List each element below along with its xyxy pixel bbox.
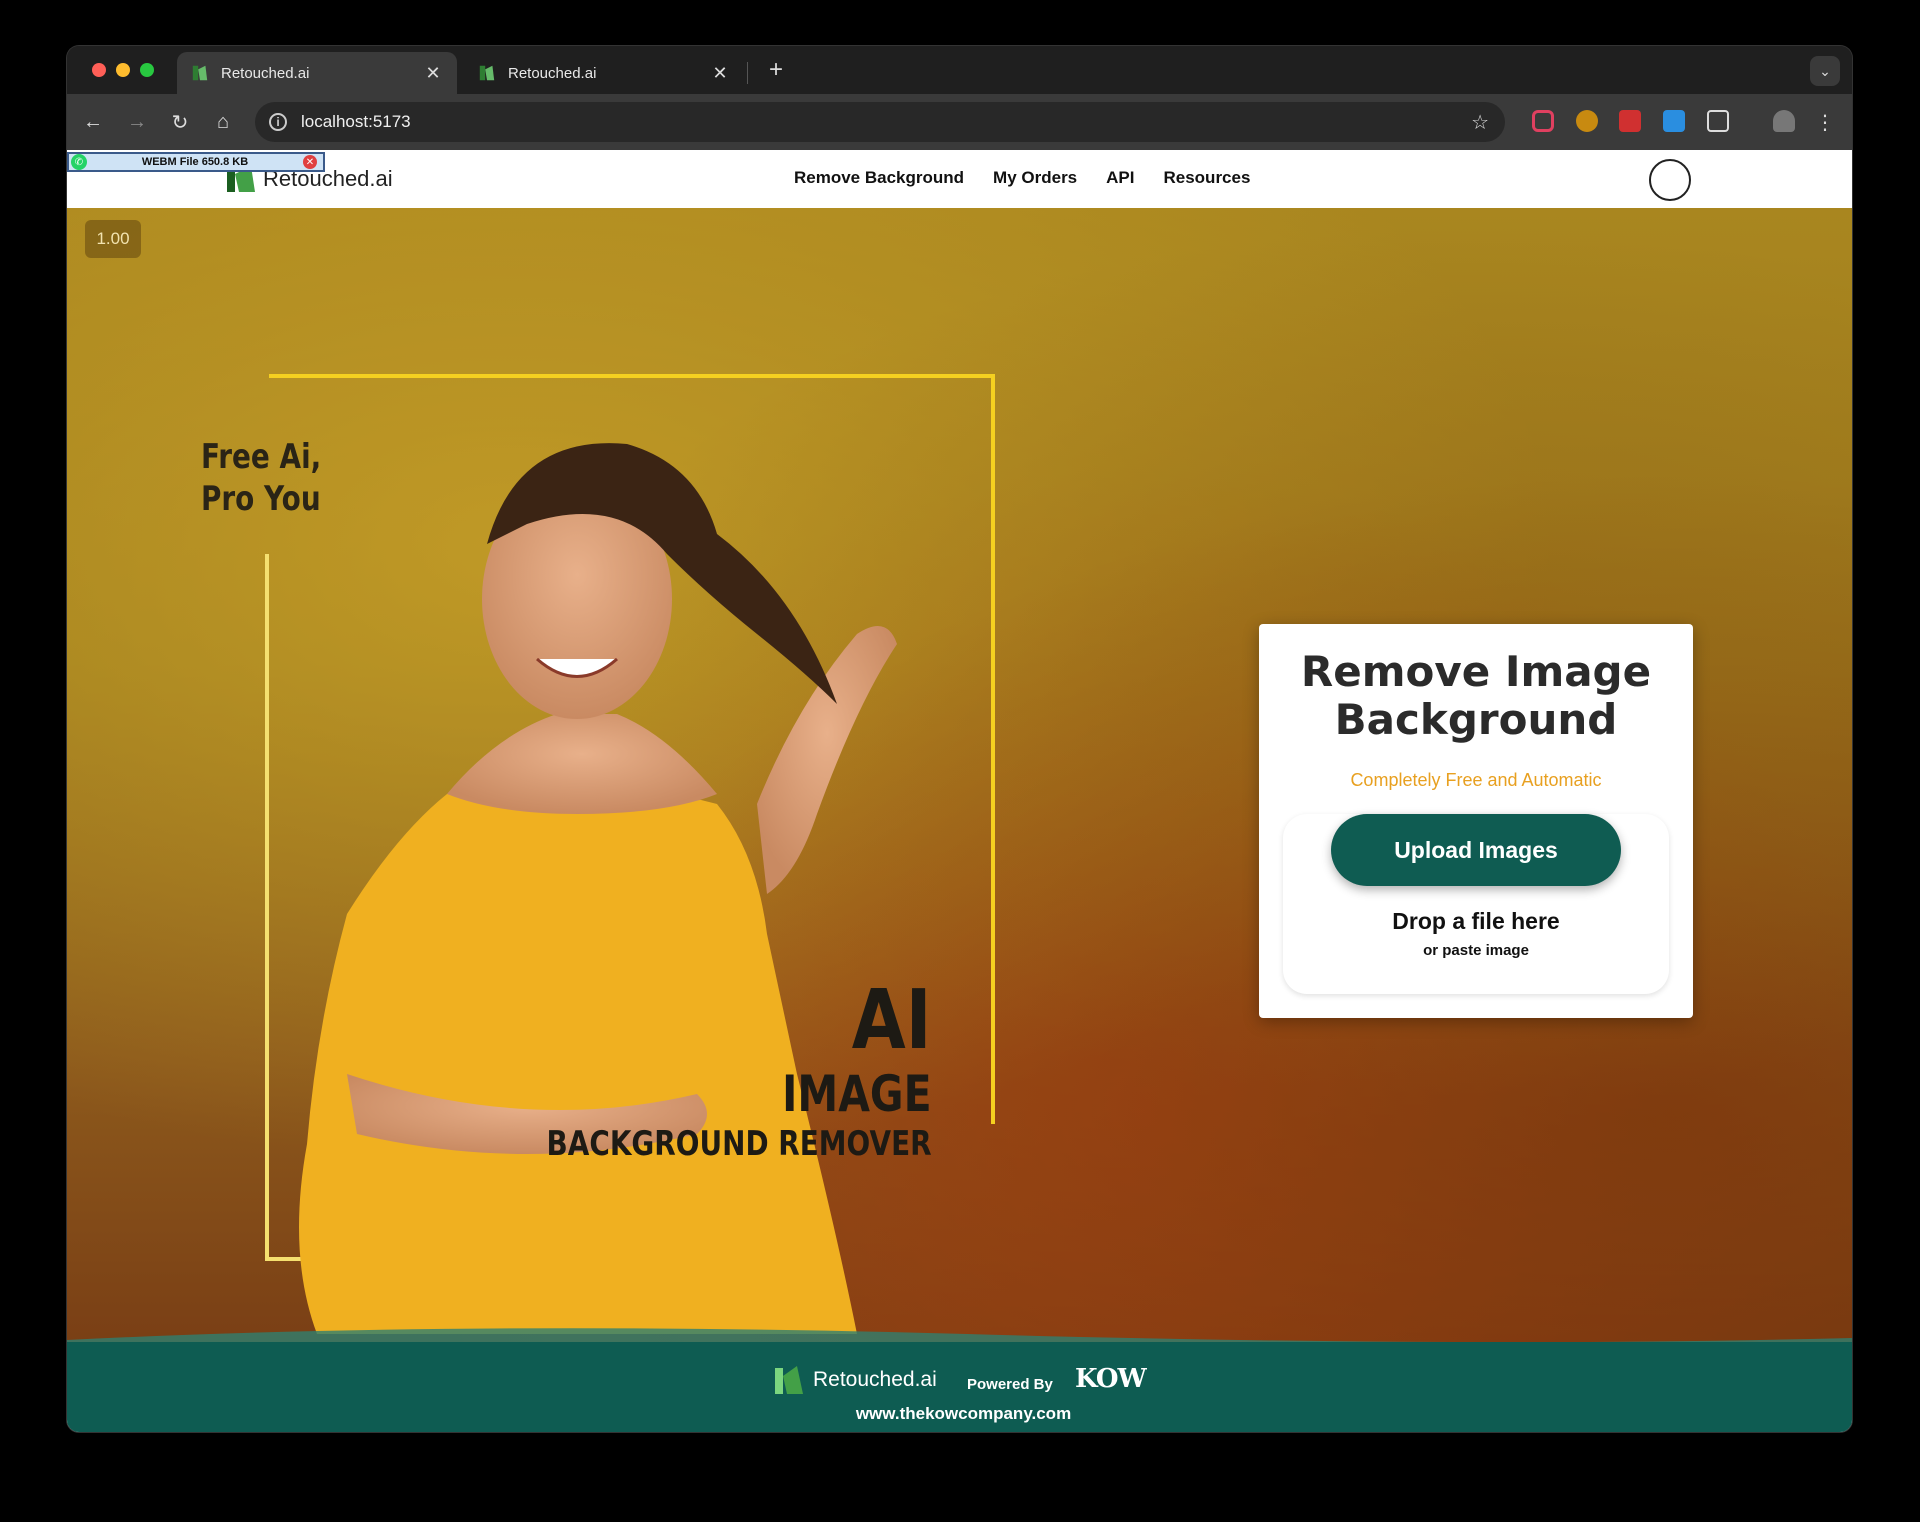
- hero-section: 1.00 Free Ai, Pro You AI IMAGE BACKGROUN…: [67, 208, 1852, 1342]
- zoom-badge: 1.00: [85, 220, 141, 258]
- footer-brand-name: Retouched.ai: [813, 1368, 937, 1391]
- download-badge-label: WEBM File 650.8 KB: [141, 156, 249, 168]
- forward-arrow-icon[interactable]: →: [121, 106, 153, 138]
- back-arrow-icon[interactable]: ←: [77, 106, 109, 138]
- slogan-line-2: Pro You: [201, 479, 321, 519]
- site-footer: Retouched.ai Powered By KOW www.thekowco…: [67, 1342, 1852, 1432]
- main-nav: Remove Background My Orders API Resource…: [794, 168, 1250, 188]
- download-extension-icon[interactable]: [1663, 110, 1685, 132]
- paste-image-hint: or paste image: [1423, 942, 1529, 959]
- maximize-window-button[interactable]: [140, 63, 154, 77]
- download-badge[interactable]: ✆ WEBM File 650.8 KB ✕: [67, 152, 325, 172]
- window-controls: [92, 63, 154, 77]
- close-tab-icon[interactable]: ✕: [710, 63, 730, 84]
- browser-toolbar: ← → ↻ ⌂ i localhost:5173 ☆ ⋮: [67, 94, 1852, 150]
- nav-remove-background[interactable]: Remove Background: [794, 168, 964, 188]
- address-bar[interactable]: i localhost:5173 ☆: [255, 102, 1505, 142]
- close-tab-icon[interactable]: ✕: [423, 63, 443, 84]
- browser-tab-1[interactable]: Retouched.ai ✕: [177, 52, 457, 94]
- slogan-line-1: Free Ai,: [201, 437, 322, 477]
- banner-background-remover: BACKGROUND REMOVER: [546, 1124, 932, 1164]
- card-title: Remove Image Background: [1259, 648, 1693, 744]
- kow-logo[interactable]: KOW: [1075, 1364, 1147, 1394]
- card-title-line-1: Remove Image: [1300, 647, 1652, 696]
- web-page: ✆ WEBM File 650.8 KB ✕ Retouched.ai Remo…: [67, 150, 1852, 1432]
- powered-by-label: Powered By: [967, 1376, 1053, 1393]
- tab-title: Retouched.ai: [221, 64, 310, 82]
- close-badge-icon[interactable]: ✕: [303, 155, 317, 169]
- nav-api[interactable]: API: [1106, 168, 1134, 188]
- bug-extension-icon[interactable]: [1576, 110, 1598, 132]
- kebab-menu-icon[interactable]: ⋮: [1809, 106, 1841, 138]
- whatsapp-icon: ✆: [71, 154, 87, 170]
- upload-card: Remove Image Background Completely Free …: [1259, 624, 1693, 1018]
- upload-images-button[interactable]: Upload Images: [1331, 814, 1621, 886]
- profile-icon[interactable]: [1773, 110, 1795, 132]
- user-avatar[interactable]: [1649, 159, 1691, 201]
- browser-tab-2[interactable]: Retouched.ai ✕: [464, 52, 744, 94]
- hero-slogan: Free Ai, Pro You: [201, 436, 321, 520]
- banner-ai: AI: [852, 973, 932, 1068]
- pocket-extension-icon[interactable]: [1532, 110, 1554, 132]
- drop-file-title: Drop a file here: [1392, 908, 1560, 934]
- retouched-favicon-icon: [479, 65, 495, 81]
- tab-title: Retouched.ai: [508, 64, 597, 82]
- minimize-window-button[interactable]: [116, 63, 130, 77]
- bookmark-star-icon[interactable]: ☆: [1471, 110, 1489, 135]
- retouched-logo-icon: [775, 1366, 803, 1394]
- reload-icon[interactable]: ↻: [164, 106, 196, 138]
- close-window-button[interactable]: [92, 63, 106, 77]
- url-text[interactable]: localhost:5173: [301, 112, 1471, 132]
- tab-search-chevron-icon[interactable]: ⌄: [1810, 56, 1840, 86]
- hero-banner-text: AI IMAGE BACKGROUND REMOVER: [462, 973, 932, 1165]
- home-icon[interactable]: ⌂: [207, 106, 239, 138]
- browser-window: Retouched.ai ✕ Retouched.ai ✕ + ⌄ ← → ↻ …: [67, 46, 1852, 1432]
- puzzle-extensions-icon[interactable]: [1707, 110, 1729, 132]
- site-navbar: ✆ WEBM File 650.8 KB ✕ Retouched.ai Remo…: [67, 150, 1852, 209]
- red-extension-icon[interactable]: [1619, 110, 1641, 132]
- card-subtitle: Completely Free and Automatic: [1350, 770, 1602, 790]
- raised-arm-shape: [757, 626, 897, 894]
- tab-strip: Retouched.ai ✕ Retouched.ai ✕ + ⌄: [67, 46, 1852, 94]
- site-info-icon[interactable]: i: [269, 113, 287, 131]
- banner-image: IMAGE: [782, 1065, 932, 1123]
- retouched-favicon-icon: [192, 65, 208, 81]
- new-tab-button[interactable]: +: [761, 56, 791, 84]
- footer-website[interactable]: www.thekowcompany.com: [67, 1404, 1852, 1424]
- tab-separator: [747, 62, 748, 84]
- drop-zone[interactable]: Upload Images Drop a file here or paste …: [1283, 814, 1669, 994]
- nav-my-orders[interactable]: My Orders: [993, 168, 1077, 188]
- nav-resources[interactable]: Resources: [1163, 168, 1250, 188]
- shoulders-shape: [447, 714, 717, 814]
- footer-brand[interactable]: Retouched.ai: [773, 1364, 937, 1396]
- card-title-line-2: Background: [1334, 695, 1618, 744]
